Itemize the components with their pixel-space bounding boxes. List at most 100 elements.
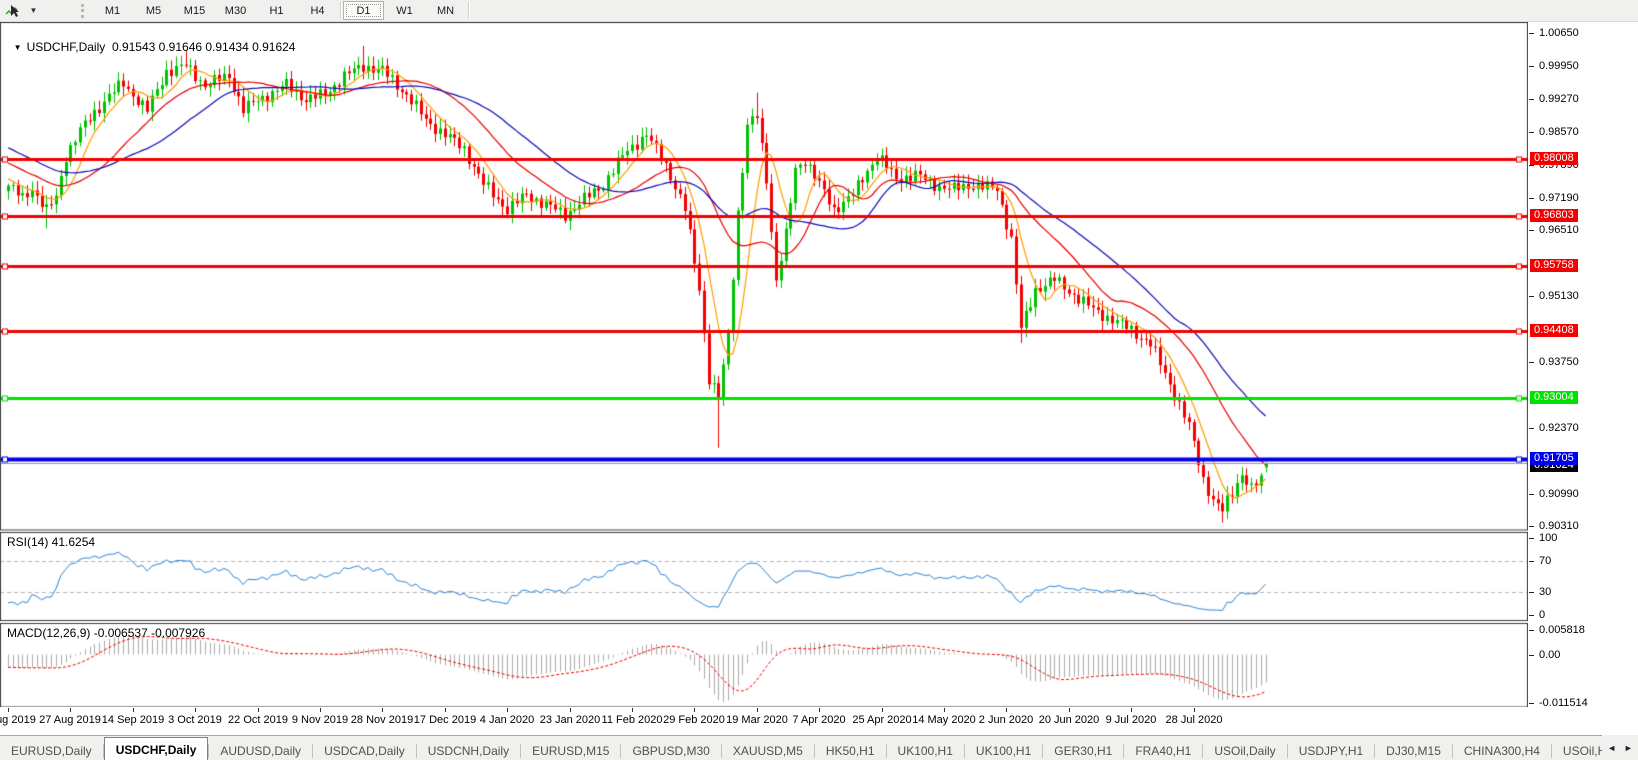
top-toolbar: ▼ M1 M5 M15 M30 H1 H4 D1 W1 MN xyxy=(0,0,1638,22)
date-tick-mark xyxy=(757,708,758,712)
axis-tick-mark xyxy=(1529,99,1534,100)
macd-tick-label: -0.011514 xyxy=(1539,697,1588,709)
date-label: 3 Oct 2019 xyxy=(168,714,222,726)
toolbar-separator xyxy=(340,2,341,19)
timeframe-button-m5[interactable]: M5 xyxy=(133,1,174,20)
date-tick-mark xyxy=(133,708,134,712)
chart-ohlc-values: 0.91543 0.91646 0.91434 0.91624 xyxy=(111,40,296,54)
tab-scroll-left-button[interactable]: ◄ xyxy=(1605,740,1619,756)
date-label: 7 Apr 2020 xyxy=(792,714,846,726)
price-tick-label: 0.92370 xyxy=(1539,422,1579,434)
date-label: 20 Jun 2020 xyxy=(1038,714,1100,726)
symbol-tab-audusd[interactable]: AUDUSD,Daily xyxy=(209,741,312,760)
axis-tick-mark xyxy=(1529,296,1534,297)
tab-scroll-controls: ◄ ► xyxy=(1602,735,1638,760)
date-label: 4 Jan 2020 xyxy=(479,714,535,726)
macd-tick-label: 0.00 xyxy=(1539,649,1561,661)
axis-tick-mark xyxy=(1529,230,1534,231)
date-tick-mark xyxy=(944,708,945,712)
macd-indicator-label: MACD(12,26,9) -0.006537 -0.007926 xyxy=(7,626,206,640)
date-label: 28 Nov 2019 xyxy=(350,714,414,726)
arrow-right-icon: ► xyxy=(1623,742,1633,753)
chart-symbol-period: USDCHF,Daily xyxy=(26,40,106,54)
timeframe-button-h1[interactable]: H1 xyxy=(256,1,297,20)
date-tick-mark xyxy=(8,708,9,712)
cursor-crosshair-icon xyxy=(5,4,19,17)
date-label: 2 Jun 2020 xyxy=(978,714,1034,726)
symbol-tab-usdcnh[interactable]: USDCNH,Daily xyxy=(417,741,520,760)
date-tick-mark xyxy=(382,708,383,712)
axis-tick-mark xyxy=(1529,526,1534,527)
date-label: 8 Aug 2019 xyxy=(0,714,36,726)
date-label: 23 Jan 2020 xyxy=(539,714,601,726)
axis-tick-mark xyxy=(1529,132,1534,133)
symbol-tab-dj30[interactable]: DJ30,M15 xyxy=(1375,741,1452,760)
symbol-tab-usdjpy[interactable]: USDJPY,H1 xyxy=(1288,741,1374,760)
symbol-tab-fra40[interactable]: FRA40,H1 xyxy=(1124,741,1202,760)
cursor-tool-button[interactable] xyxy=(0,1,26,20)
date-label: 29 Feb 2020 xyxy=(663,714,725,726)
rsi-tick-label: 70 xyxy=(1539,555,1552,567)
rsi-tick-label: 100 xyxy=(1539,532,1558,544)
timeframe-button-h4[interactable]: H4 xyxy=(297,1,338,20)
axis-tick-mark xyxy=(1529,494,1534,495)
cursor-tool-dropdown[interactable]: ▼ xyxy=(26,1,41,20)
date-tick-mark xyxy=(1131,708,1132,712)
chart-canvas[interactable] xyxy=(0,22,1528,707)
date-tick-mark xyxy=(882,708,883,712)
symbol-tab-gbpusd[interactable]: GBPUSD,M30 xyxy=(621,741,720,760)
symbol-tab-hk50[interactable]: HK50,H1 xyxy=(815,741,886,760)
date-tick-mark xyxy=(320,708,321,712)
axis-tick-mark xyxy=(1529,655,1534,656)
tab-scroll-right-button[interactable]: ► xyxy=(1621,740,1635,756)
axis-tick-mark xyxy=(1529,33,1534,34)
date-tick-mark xyxy=(632,708,633,712)
price-tick-label: 0.99270 xyxy=(1539,93,1579,105)
price-tick-label: 0.97190 xyxy=(1539,192,1579,204)
symbol-tab-xauusd[interactable]: XAUUSD,M5 xyxy=(722,741,814,760)
price-tick-label: 0.90310 xyxy=(1539,520,1579,532)
collapse-triangle-icon[interactable]: ▼ xyxy=(14,43,22,52)
timeframe-button-m30[interactable]: M30 xyxy=(215,1,256,20)
symbol-tab-ger30[interactable]: GER30,H1 xyxy=(1043,741,1123,760)
timeframe-button-d1[interactable]: D1 xyxy=(343,1,384,20)
date-label: 28 Jul 2020 xyxy=(1165,714,1223,726)
axis-tick-mark xyxy=(1529,592,1534,593)
arrow-left-icon: ◄ xyxy=(1607,742,1617,753)
rsi-tick-label: 30 xyxy=(1539,586,1552,598)
date-label: 9 Jul 2020 xyxy=(1105,714,1157,726)
price-tick-label: 0.90990 xyxy=(1539,488,1579,500)
rsi-indicator-label: RSI(14) 41.6254 xyxy=(7,535,96,549)
toolbar-grip[interactable] xyxy=(81,3,84,18)
price-tick-label: 0.98570 xyxy=(1539,126,1579,138)
rsi-tick-label: 0 xyxy=(1539,609,1546,621)
date-tick-mark xyxy=(570,708,571,712)
hline-price-label: 0.91705 xyxy=(1530,452,1578,465)
timeframe-button-w1[interactable]: W1 xyxy=(384,1,425,20)
axis-tick-mark xyxy=(1529,703,1534,704)
date-tick-mark xyxy=(1006,708,1007,712)
symbol-tab-uk100[interactable]: UK100,H1 xyxy=(887,741,964,760)
timeframe-button-mn[interactable]: MN xyxy=(425,1,466,20)
timeframe-button-m15[interactable]: M15 xyxy=(174,1,215,20)
symbol-tab-usdcad[interactable]: USDCAD,Daily xyxy=(313,741,416,760)
symbol-tab-china300[interactable]: CHINA300,H4 xyxy=(1453,741,1551,760)
symbol-tab-eurusd[interactable]: EURUSD,M15 xyxy=(521,741,620,760)
hline-price-label: 0.98008 xyxy=(1530,152,1578,165)
symbol-tab-eurusd[interactable]: EURUSD,Daily xyxy=(0,741,103,760)
price-tick-label: 0.99950 xyxy=(1539,60,1579,72)
timeframe-button-m1[interactable]: M1 xyxy=(92,1,133,20)
axis-tick-mark xyxy=(1529,66,1534,67)
symbol-tab-usdchf[interactable]: USDCHF,Daily xyxy=(103,737,209,760)
hline-price-label: 0.94408 xyxy=(1530,324,1578,337)
axis-tick-mark xyxy=(1529,561,1534,562)
symbol-tab-uk100[interactable]: UK100,H1 xyxy=(965,741,1042,760)
price-tick-label: 0.95130 xyxy=(1539,290,1579,302)
hline-price-label: 0.93004 xyxy=(1530,391,1578,404)
date-tick-mark xyxy=(507,708,508,712)
date-tick-mark xyxy=(1069,708,1070,712)
chevron-down-icon: ▼ xyxy=(29,6,38,15)
date-tick-mark xyxy=(819,708,820,712)
symbol-tab-usoil[interactable]: USOil,Daily xyxy=(1203,741,1286,760)
date-label: 19 Mar 2020 xyxy=(726,714,788,726)
